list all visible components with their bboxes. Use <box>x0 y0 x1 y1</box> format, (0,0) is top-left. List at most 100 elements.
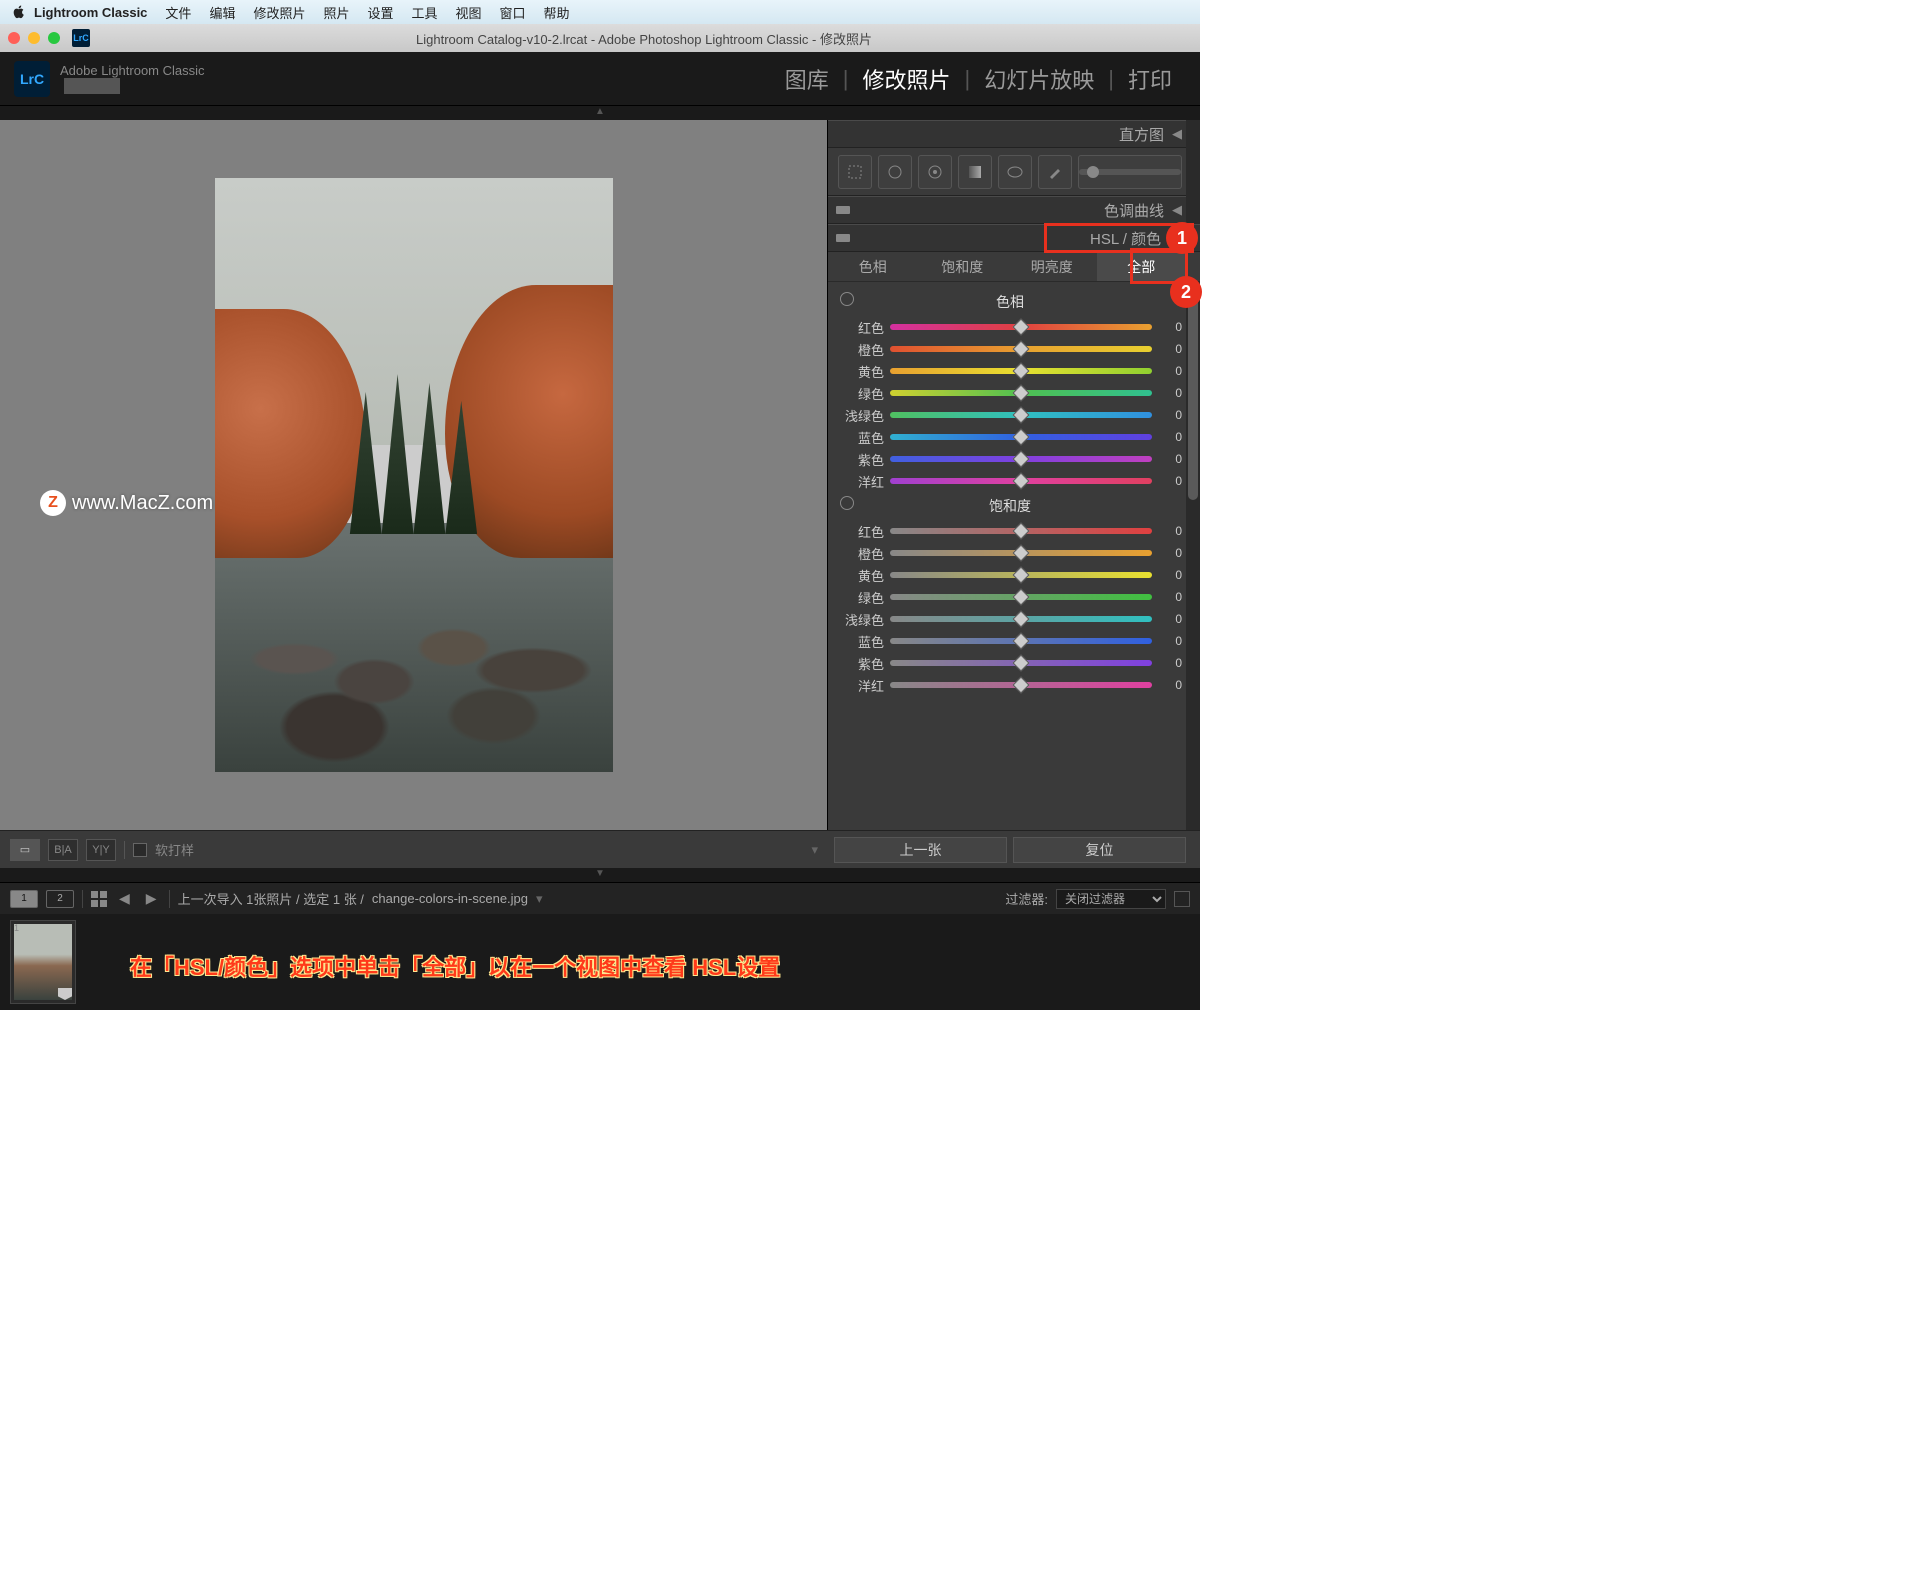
panel-tonecurve-header[interactable]: 色调曲线 ◀ <box>828 196 1200 224</box>
sat-slider-red[interactable]: 红色0 <box>838 520 1182 542</box>
top-panel-collapse[interactable]: ▲ <box>0 106 1200 120</box>
sat-slider-orange[interactable]: 橙色0 <box>838 542 1182 564</box>
secondary-monitor-button[interactable]: 2 <box>46 890 74 908</box>
menu-view[interactable]: 视图 <box>456 3 482 22</box>
menu-file[interactable]: 文件 <box>165 3 191 22</box>
zoom-button[interactable] <box>48 32 60 44</box>
slider-thumb[interactable] <box>1013 611 1030 628</box>
hue-slider-green[interactable]: 绿色0 <box>838 382 1182 404</box>
slider-track[interactable] <box>890 660 1152 666</box>
slider-thumb[interactable] <box>1013 655 1030 672</box>
menu-settings[interactable]: 设置 <box>367 3 393 22</box>
module-print[interactable]: 打印 <box>1114 63 1186 95</box>
sat-slider-purple[interactable]: 紫色0 <box>838 652 1182 674</box>
brush-tool[interactable] <box>1038 155 1072 189</box>
sat-slider-green[interactable]: 绿色0 <box>838 586 1182 608</box>
filter-select[interactable]: 关闭过滤器 <box>1056 889 1166 909</box>
slider-thumb[interactable] <box>1013 429 1030 446</box>
slider-thumb[interactable] <box>1013 545 1030 562</box>
slider-thumb[interactable] <box>1013 363 1030 380</box>
module-library[interactable]: 图库 <box>771 63 843 95</box>
menu-help[interactable]: 帮助 <box>544 3 570 22</box>
menu-window[interactable]: 窗口 <box>500 3 526 22</box>
hue-slider-yellow[interactable]: 黄色0 <box>838 360 1182 382</box>
panel-hsl-header[interactable]: HSL / 颜色 ▼ <box>828 224 1200 252</box>
target-adjust-icon[interactable] <box>840 496 854 510</box>
filmstrip-thumbnail[interactable]: 1 <box>10 920 76 1004</box>
menu-edit[interactable]: 编辑 <box>209 3 235 22</box>
slider-track[interactable] <box>890 456 1152 462</box>
hue-slider-blue[interactable]: 蓝色0 <box>838 426 1182 448</box>
hue-slider-orange[interactable]: 橙色0 <box>838 338 1182 360</box>
image-canvas[interactable]: Z www.MacZ.com <box>0 120 828 830</box>
filmstrip-path[interactable]: 上一次导入 1张照片 / 选定 1 张 / <box>178 889 364 908</box>
slider-thumb[interactable] <box>1013 589 1030 606</box>
slider-track[interactable] <box>890 412 1152 418</box>
slider-track[interactable] <box>890 682 1152 688</box>
slider-thumb[interactable] <box>1013 451 1030 468</box>
identity-plate[interactable] <box>64 78 120 94</box>
hue-slider-aqua[interactable]: 浅绿色0 <box>838 404 1182 426</box>
slider-thumb[interactable] <box>1013 633 1030 650</box>
target-adjust-icon[interactable] <box>840 292 854 306</box>
sat-slider-aqua[interactable]: 浅绿色0 <box>838 608 1182 630</box>
slider-track[interactable] <box>890 616 1152 622</box>
panel-histogram-header[interactable]: 直方图 ◀ <box>828 120 1200 148</box>
soft-proof-checkbox[interactable] <box>133 843 147 857</box>
tab-all[interactable]: 全部 <box>1097 252 1187 281</box>
hue-slider-magenta[interactable]: 洋红0 <box>838 470 1182 492</box>
minimize-button[interactable] <box>28 32 40 44</box>
slider-track[interactable] <box>890 638 1152 644</box>
slider-track[interactable] <box>890 528 1152 534</box>
slider-thumb[interactable] <box>1013 319 1030 336</box>
hue-slider-red[interactable]: 红色0 <box>838 316 1182 338</box>
grid-view-icon[interactable] <box>91 891 107 907</box>
slider-track[interactable] <box>890 572 1152 578</box>
filmstrip[interactable]: 1 在「HSL/颜色」选项中单击「全部」以在一个视图中查看 HSL设置 <box>0 914 1200 1010</box>
primary-monitor-button[interactable]: 1 <box>10 890 38 908</box>
radial-tool[interactable] <box>998 155 1032 189</box>
sat-slider-magenta[interactable]: 洋红0 <box>838 674 1182 696</box>
menu-develop[interactable]: 修改照片 <box>253 3 305 22</box>
slider-thumb[interactable] <box>1013 341 1030 358</box>
menu-photo[interactable]: 照片 <box>323 3 349 22</box>
panel-switch-icon[interactable] <box>836 234 850 242</box>
slider-thumb[interactable] <box>1013 385 1030 402</box>
close-button[interactable] <box>8 32 20 44</box>
menu-tools[interactable]: 工具 <box>412 3 438 22</box>
slider-thumb[interactable] <box>1013 677 1030 694</box>
sat-slider-blue[interactable]: 蓝色0 <box>838 630 1182 652</box>
tab-luminance[interactable]: 明亮度 <box>1007 252 1097 281</box>
crop-tool[interactable] <box>838 155 872 189</box>
filter-lock-icon[interactable] <box>1174 891 1190 907</box>
tab-saturation[interactable]: 饱和度 <box>918 252 1008 281</box>
spot-tool[interactable] <box>878 155 912 189</box>
view-loupe[interactable]: ▭ <box>10 839 40 861</box>
sat-slider-yellow[interactable]: 黄色0 <box>838 564 1182 586</box>
module-slideshow[interactable]: 幻灯片放映 <box>970 63 1108 95</box>
nav-forward-icon[interactable]: ▶ <box>142 890 161 907</box>
slider-thumb[interactable] <box>1013 407 1030 424</box>
view-before-after-lr[interactable]: B|A <box>48 839 78 861</box>
nav-back-icon[interactable]: ◀ <box>115 890 134 907</box>
prev-photo-button[interactable]: 上一张 <box>834 837 1007 863</box>
view-before-after-split[interactable]: Y|Y <box>86 839 116 861</box>
tab-hue[interactable]: 色相 <box>828 252 918 281</box>
slider-thumb[interactable] <box>1013 567 1030 584</box>
path-dropdown-icon[interactable]: ▾ <box>536 891 543 907</box>
slider-track[interactable] <box>890 478 1152 484</box>
slider-thumb[interactable] <box>1013 473 1030 490</box>
bottom-collapse[interactable]: ▼ <box>0 868 1200 882</box>
redeye-tool[interactable] <box>918 155 952 189</box>
slider-track[interactable] <box>890 390 1152 396</box>
slider-track[interactable] <box>890 324 1152 330</box>
mask-slider[interactable] <box>1078 155 1182 189</box>
hue-slider-purple[interactable]: 紫色0 <box>838 448 1182 470</box>
toolbar-dropdown-icon[interactable]: ▾ <box>811 842 818 858</box>
gradient-tool[interactable] <box>958 155 992 189</box>
reset-button[interactable]: 复位 <box>1013 837 1186 863</box>
module-develop[interactable]: 修改照片 <box>849 63 965 95</box>
panel-switch-icon[interactable] <box>836 206 850 214</box>
slider-track[interactable] <box>890 434 1152 440</box>
slider-track[interactable] <box>890 368 1152 374</box>
